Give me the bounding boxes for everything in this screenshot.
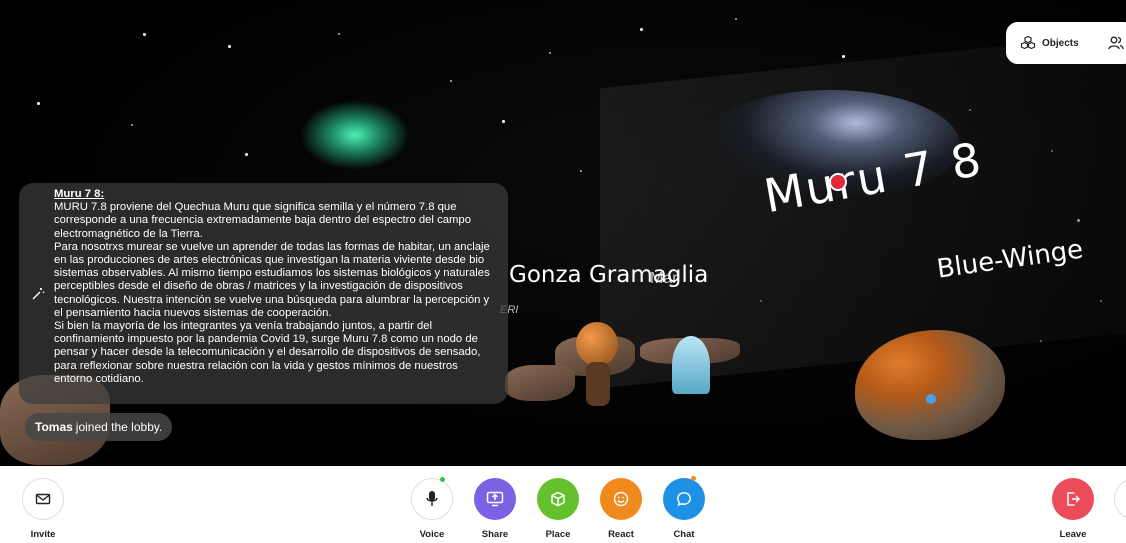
toast-message: joined the lobby. — [75, 420, 163, 434]
place-button[interactable]: Place — [528, 478, 588, 540]
chat-button[interactable]: Chat — [654, 476, 714, 540]
star — [245, 153, 248, 156]
objects-icon — [1020, 35, 1036, 50]
info-paragraph: Para nosotrxs murear se vuelve un aprend… — [54, 240, 490, 319]
invite-button[interactable]: Invite — [13, 478, 73, 540]
toast-username: Tomas — [35, 420, 73, 434]
share-button[interactable]: Share — [465, 478, 525, 540]
star — [549, 52, 551, 54]
star — [228, 45, 231, 48]
people-icon[interactable] — [1108, 35, 1124, 51]
invite-label: Invite — [30, 529, 56, 540]
join-notification-toast: Tomas joined the lobby. — [25, 413, 173, 441]
star — [143, 33, 146, 36]
star — [502, 120, 505, 123]
share-label: Share — [481, 529, 509, 540]
chat-label: Chat — [673, 529, 695, 540]
bird-marker-icon — [926, 394, 936, 404]
magic-wand-icon[interactable] — [31, 287, 45, 301]
info-panel-body: MURU 7.8 proviene del Quechua Muru que s… — [54, 201, 494, 386]
voice-button[interactable]: Voice — [402, 477, 462, 540]
robot-avatar-body — [586, 362, 610, 406]
voice-active-indicator — [440, 477, 445, 482]
green-glow-object — [300, 100, 410, 170]
star — [37, 102, 40, 105]
cube-icon — [551, 491, 565, 507]
ghost-avatar[interactable] — [672, 336, 710, 394]
leave-button[interactable]: Leave — [1043, 478, 1103, 540]
envelope-icon — [35, 493, 51, 505]
objects-label: Objects — [1042, 37, 1079, 49]
info-panel-title: Muru 7 8: — [54, 188, 105, 200]
star — [338, 33, 340, 35]
star — [450, 80, 452, 82]
star — [131, 124, 133, 126]
microphone-icon — [426, 491, 438, 506]
object-info-panel: Muru 7 8: MURU 7.8 proviene del Quechua … — [19, 183, 508, 404]
voice-icon-circle[interactable] — [411, 477, 453, 520]
react-label: React — [608, 529, 634, 540]
leave-label: Leave — [1059, 529, 1087, 540]
place-icon-circle[interactable] — [537, 478, 579, 520]
red-marker-icon[interactable] — [829, 173, 847, 191]
voice-label: Voice — [419, 529, 445, 540]
star — [640, 28, 643, 31]
star — [735, 18, 737, 20]
react-button[interactable]: React — [591, 478, 651, 540]
invite-icon-circle[interactable] — [22, 478, 64, 520]
exhibit-wall — [600, 31, 1126, 389]
star — [842, 55, 845, 58]
star — [580, 170, 582, 172]
rock-object[interactable] — [505, 365, 575, 401]
screen-share-icon — [486, 491, 504, 507]
leave-icon-circle[interactable] — [1052, 478, 1094, 520]
chat-bubble-icon — [677, 492, 691, 507]
place-label: Place — [545, 529, 571, 540]
smiley-icon — [613, 491, 629, 507]
share-icon-circle[interactable] — [474, 478, 516, 520]
chat-icon-circle[interactable] — [663, 476, 705, 520]
avatar-name-label: Gonza Gramaglia — [509, 262, 709, 288]
exit-icon — [1067, 492, 1081, 506]
info-paragraph: MURU 7.8 proviene del Quechua Muru que s… — [54, 201, 471, 240]
robot-avatar[interactable] — [576, 322, 618, 366]
chat-unread-indicator — [691, 476, 696, 481]
info-paragraph: Si bien la mayoría de los integrantes ya… — [54, 320, 481, 385]
react-icon-circle[interactable] — [600, 478, 642, 520]
